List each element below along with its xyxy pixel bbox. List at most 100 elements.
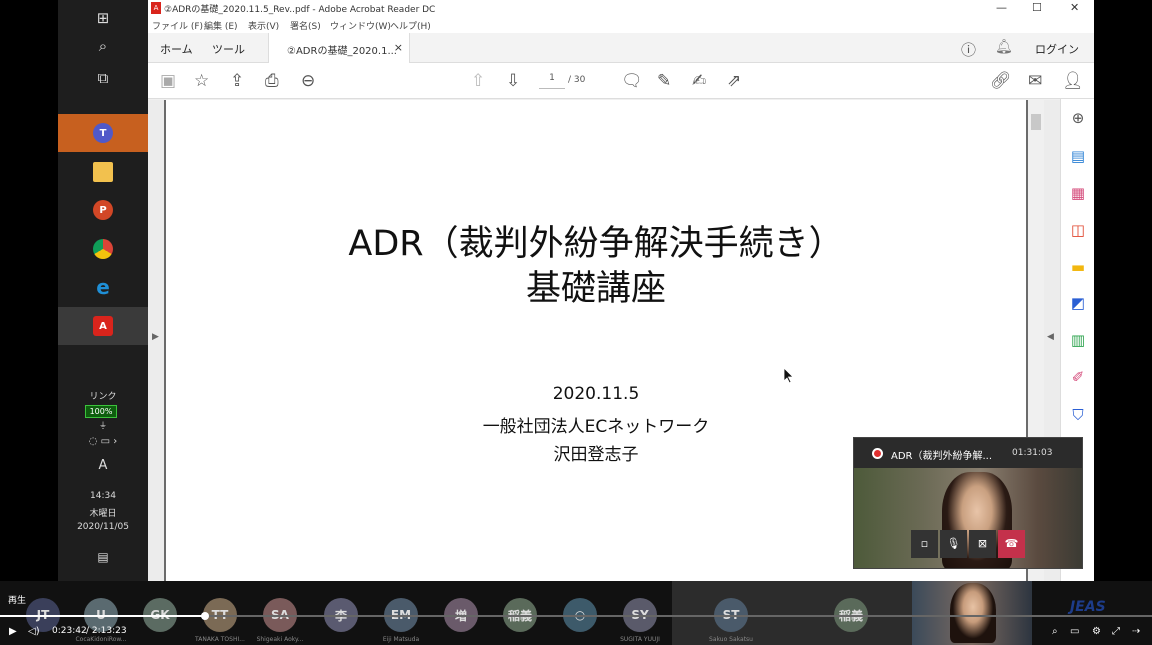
page-number-input[interactable]: 1 bbox=[539, 73, 565, 89]
previous-page-icon[interactable]: ⇧ bbox=[471, 71, 485, 91]
play-label: 再生 bbox=[8, 596, 27, 606]
volume-icon[interactable]: ◁) bbox=[28, 626, 40, 637]
toolbar: ▣ ☆ ⇪ ⎙ ⊖ ⇧ ⇩ 1 / 30 🗨︎ ✎ ✍︎ ⇗ 🔗︎ ✉ 👤︎ bbox=[148, 63, 1094, 99]
task-view-icon[interactable]: ⧉ bbox=[58, 60, 148, 96]
tab-tools[interactable]: ツール bbox=[212, 41, 245, 57]
ie-icon: e bbox=[96, 275, 110, 299]
total-time: / 2:13:23 bbox=[86, 626, 127, 636]
slide-organization: 一般社団法人ECネットワーク bbox=[482, 417, 710, 437]
window-title: ②ADRの基礎_2020.11.5_Rev..pdf - Adobe Acrob… bbox=[164, 5, 436, 15]
menu-view[interactable]: 表示(V) bbox=[248, 19, 279, 32]
playback-scrubber-knob[interactable] bbox=[201, 612, 210, 620]
left-pane-toggle[interactable]: ▶ bbox=[148, 100, 164, 581]
taskbar-app-chrome[interactable] bbox=[58, 230, 148, 268]
maximize-icon[interactable]: ☐ bbox=[1032, 1, 1042, 14]
print-icon[interactable]: ⎙ bbox=[265, 71, 279, 91]
tab-bar: ホーム ツール ②ADRの基礎_2020.1... × ⓘ 🔔︎ ログイン bbox=[148, 33, 1094, 63]
next-page-icon[interactable]: ⇩ bbox=[506, 71, 520, 91]
menu-help[interactable]: ヘルプ(H) bbox=[390, 19, 431, 32]
comment-icon[interactable]: 🗨︎ bbox=[621, 71, 643, 91]
windows-taskbar: ⊞ ⌕ ⧉ T P e A リンク 100% ⏚ ◌ ▭ › A 14:34 木… bbox=[58, 0, 148, 581]
menu-edit[interactable]: 編集 (E) bbox=[204, 19, 238, 32]
close-tab-icon[interactable]: × bbox=[394, 41, 403, 54]
highlight-pen-icon[interactable]: ✎ bbox=[657, 71, 671, 91]
zoom-out-icon[interactable]: ⊖ bbox=[301, 71, 315, 91]
compress-icon[interactable]: ▥ bbox=[1068, 330, 1088, 350]
share-icon[interactable]: ⇗ bbox=[727, 71, 741, 91]
search-icon[interactable]: ⌕ bbox=[1052, 626, 1058, 637]
save-icon[interactable]: ▣ bbox=[160, 71, 176, 91]
tab-home[interactable]: ホーム bbox=[160, 41, 193, 57]
tab-document-label: ②ADRの基礎_2020.1... bbox=[287, 46, 397, 57]
combine-files-icon[interactable]: ◩ bbox=[1068, 293, 1088, 313]
ime-indicator[interactable]: A bbox=[58, 458, 148, 473]
camera-off-icon[interactable]: ▫ bbox=[911, 530, 938, 558]
organize-pages-icon[interactable]: ▦ bbox=[1068, 183, 1088, 203]
clock-weekday: 木曜日 bbox=[89, 509, 117, 519]
clock-time[interactable]: 14:34 bbox=[58, 491, 148, 501]
expand-right-icon[interactable]: ◀ bbox=[1047, 332, 1054, 342]
link-icon[interactable]: 🔗︎ bbox=[990, 71, 1012, 91]
acrobat-icon: A bbox=[93, 316, 113, 336]
share-arrow-icon[interactable]: ⇢ bbox=[1132, 626, 1140, 637]
current-time: 0:23:42 bbox=[52, 626, 87, 636]
mail-icon[interactable]: ✉ bbox=[1028, 71, 1042, 91]
sign-icon[interactable]: ✍︎ bbox=[692, 71, 706, 91]
playback-progress-bar[interactable] bbox=[0, 612, 1152, 620]
taskbar-app-acrobat[interactable]: A bbox=[58, 307, 148, 345]
jeas-logo: JEAS bbox=[1070, 599, 1106, 615]
export-pdf-icon[interactable]: ▤ bbox=[1068, 146, 1088, 166]
meeting-title: ADR（裁判外紛争解... bbox=[891, 451, 993, 462]
login-link[interactable]: ログイン bbox=[1035, 41, 1079, 57]
menu-window[interactable]: ウィンドウ(W) bbox=[330, 19, 391, 32]
teams-window-header: ADR（裁判外紛争解... 01:31:03 bbox=[854, 438, 1082, 468]
network-icons[interactable]: ◌ ▭ › bbox=[58, 436, 148, 447]
recording-icon bbox=[872, 448, 883, 459]
link-label: リンク bbox=[89, 392, 117, 402]
teams-icon: T bbox=[93, 123, 113, 143]
minimize-icon[interactable]: — bbox=[996, 1, 1007, 14]
comment-tool-icon[interactable]: ▬ bbox=[1068, 257, 1088, 277]
close-icon[interactable]: ✕ bbox=[1070, 1, 1079, 14]
slide-date: 2020.11.5 bbox=[552, 384, 640, 404]
bookmark-star-icon[interactable]: ☆ bbox=[194, 71, 209, 91]
help-icon[interactable]: ⓘ bbox=[961, 39, 976, 60]
play-icon[interactable]: ▶ bbox=[9, 626, 17, 637]
microphone-icon[interactable]: 🎙︎ bbox=[940, 530, 967, 558]
power-plug-icon: ⏚ bbox=[99, 421, 107, 430]
folder-icon bbox=[93, 162, 113, 182]
meeting-timer: 01:31:03 bbox=[1012, 448, 1053, 458]
clock-date: 2020/11/05 bbox=[77, 522, 129, 532]
protect-shield-icon[interactable]: ⛉ bbox=[1068, 405, 1088, 425]
taskbar-app-powerpoint[interactable]: P bbox=[58, 191, 148, 229]
bell-icon[interactable]: 🔔︎ bbox=[995, 39, 1013, 55]
taskbar-app-teams[interactable]: T bbox=[58, 114, 148, 152]
playback-progress-fill bbox=[0, 615, 206, 617]
fill-sign-icon[interactable]: ✐ bbox=[1068, 367, 1088, 387]
create-pdf-icon[interactable]: ◫ bbox=[1068, 220, 1088, 240]
hang-up-icon[interactable]: ☎ bbox=[998, 530, 1025, 558]
upload-cloud-icon[interactable]: ⇪ bbox=[230, 71, 244, 91]
menu-sign[interactable]: 署名(S) bbox=[290, 19, 321, 32]
screen: ⊞ ⌕ ⧉ T P e A リンク 100% ⏚ ◌ ▭ › A 14:34 木… bbox=[0, 0, 1152, 645]
tab-document[interactable]: ②ADRの基礎_2020.1... × bbox=[268, 33, 410, 63]
taskbar-app-explorer[interactable] bbox=[58, 153, 148, 191]
taskbar-app-ie[interactable]: e bbox=[58, 268, 148, 306]
search-icon[interactable]: ⌕ bbox=[58, 28, 148, 64]
zoom-icon[interactable]: ⊕ bbox=[1068, 108, 1088, 128]
page-total: / 30 bbox=[568, 75, 586, 85]
settings-gear-icon[interactable]: ⚙ bbox=[1092, 626, 1101, 637]
battery-indicator[interactable]: 100% bbox=[85, 405, 117, 418]
add-user-icon[interactable]: 👤︎ bbox=[1062, 71, 1084, 91]
notification-icon[interactable]: ▤ bbox=[58, 550, 148, 564]
captions-icon[interactable]: ▭ bbox=[1070, 626, 1079, 637]
teams-meeting-window[interactable]: ADR（裁判外紛争解... 01:31:03 ▫ 🎙︎ ⊠ ☎ bbox=[853, 437, 1083, 569]
powerpoint-icon: P bbox=[93, 200, 113, 220]
fullscreen-icon[interactable]: ⤢ bbox=[1112, 626, 1120, 637]
chrome-icon bbox=[93, 239, 113, 259]
slide-title-line2: 基礎講座 bbox=[525, 269, 666, 309]
expand-left-icon[interactable]: ▶ bbox=[152, 332, 159, 342]
scrollbar-thumb[interactable] bbox=[1031, 114, 1041, 130]
menu-file[interactable]: ファイル (F) bbox=[152, 19, 203, 32]
stop-share-icon[interactable]: ⊠ bbox=[969, 530, 996, 558]
